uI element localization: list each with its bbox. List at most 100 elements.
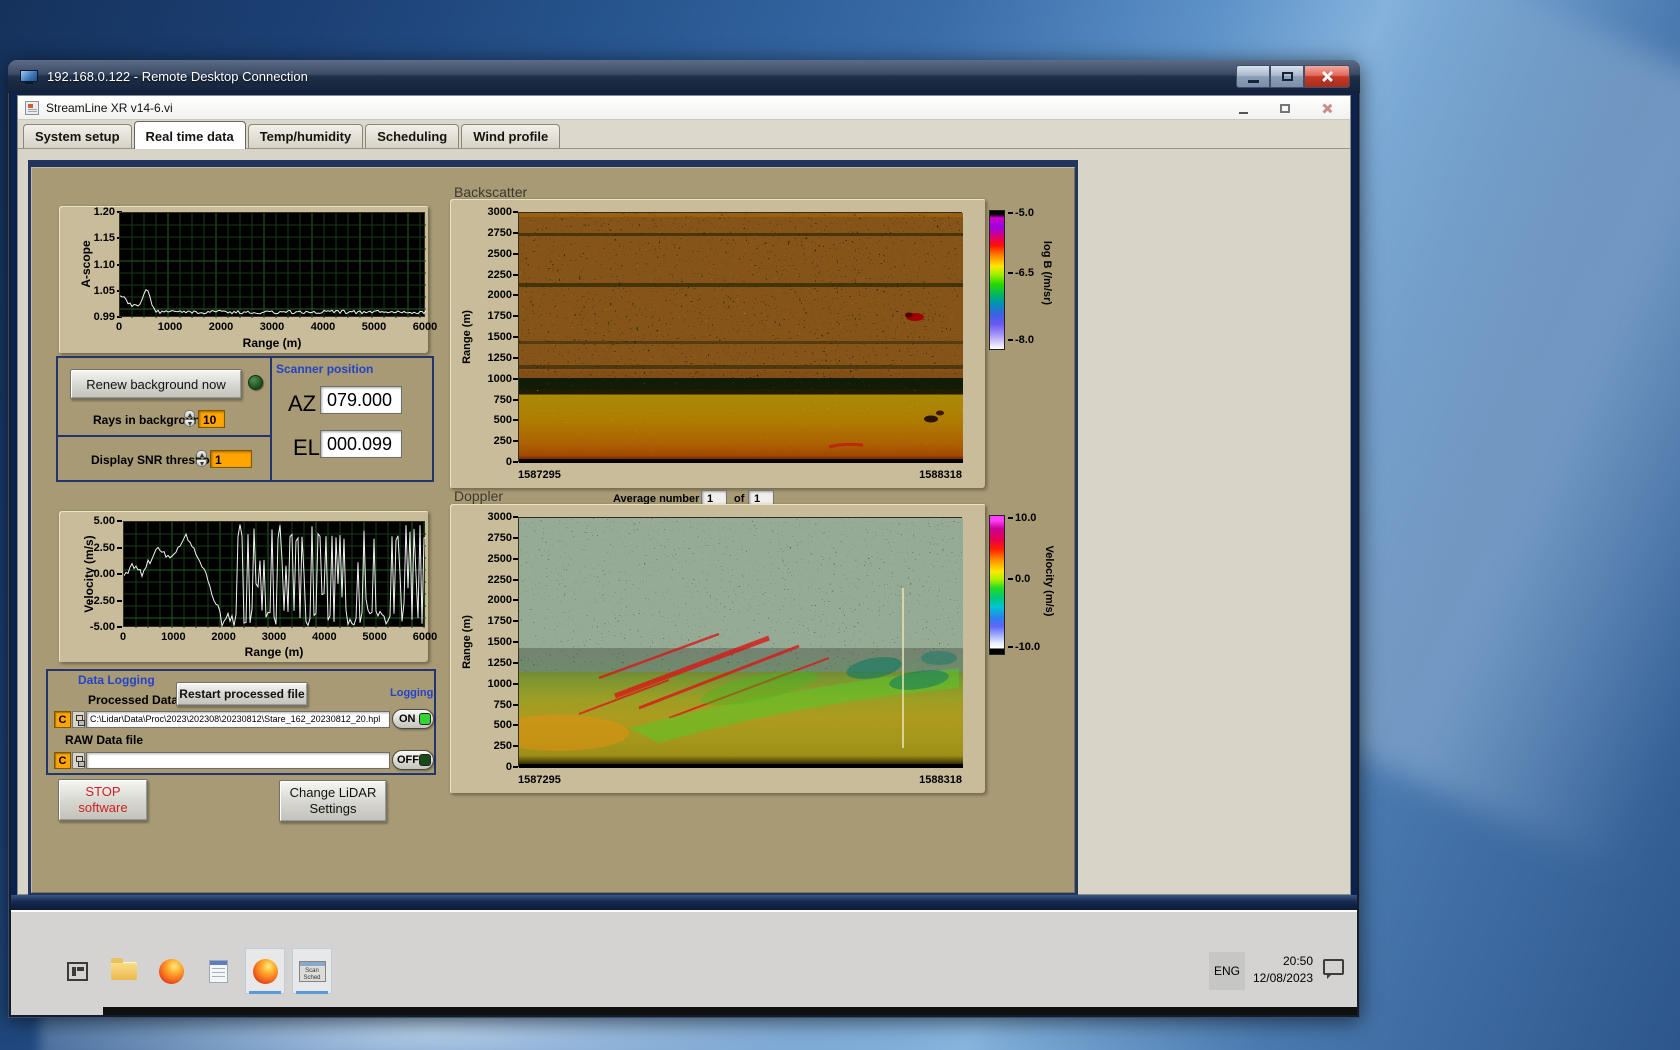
on-indicator (419, 713, 431, 725)
taskbar-clock[interactable]: 20:50 12/08/2023 (1249, 953, 1313, 987)
tab-system-setup[interactable]: System setup (23, 124, 132, 148)
tick-dash (1008, 517, 1013, 519)
clock-time: 20:50 (1249, 953, 1313, 970)
button-label-line: Settings (310, 801, 357, 817)
ascope-x-axis-label: Range (m) (119, 336, 425, 350)
firefox-active-icon[interactable] (245, 948, 285, 994)
y-axis: 1.201.151.101.050.99 (73, 212, 115, 317)
rdp-close-button[interactable] (1304, 65, 1350, 88)
processed-path-browse-icon[interactable] (72, 711, 85, 728)
tab-wind-profile[interactable]: Wind profile (461, 124, 560, 148)
snr-spinner[interactable] (196, 450, 208, 468)
raw-data-file-label: RAW Data file (65, 733, 143, 747)
logging-on-toggle[interactable]: ON (392, 709, 434, 729)
y-tick-label: 250 (494, 435, 512, 447)
logging-off-toggle[interactable]: OFF (392, 750, 434, 770)
tick-dash (117, 520, 122, 522)
y-tick-label: -2.50 (90, 595, 115, 607)
firefox-icon[interactable] (151, 948, 191, 994)
rdp-window: 192.168.0.122 - Remote Desktop Connectio… (8, 60, 1360, 1018)
raw-path-field[interactable] (86, 752, 390, 769)
y-tick-label: 1250 (488, 657, 512, 669)
raw-path-browse-icon[interactable] (72, 752, 85, 769)
az-label: AZ (288, 391, 316, 417)
processed-drive-letter-box[interactable]: C (54, 711, 71, 728)
y-tick-label: 250 (494, 740, 512, 752)
tick-dash (117, 573, 122, 575)
tab-temp-humidity[interactable]: Temp/humidity (248, 124, 363, 148)
velocity-x-axis-label: Range (m) (123, 645, 425, 659)
remote-desktop-screen: StreamLine XR v14-6.vi System setupReal … (11, 93, 1357, 1015)
colorbar-tick-label: -6.5 (1015, 267, 1034, 279)
y-tick-label: 2000 (488, 289, 512, 301)
tick-dash (1008, 272, 1013, 274)
stop-software-button[interactable]: STOP software (58, 779, 148, 821)
rdp-maximize-button[interactable] (1270, 65, 1304, 88)
x-tick-label: 5000 (362, 321, 386, 333)
language-indicator[interactable]: ENG (1209, 952, 1245, 990)
doppler-colorbar (989, 515, 1005, 655)
doppler-colorbar-label: Velocity (m/s) (1043, 546, 1055, 617)
data-logging-header: Data Logging (78, 673, 155, 687)
app-restore-button[interactable] (1270, 99, 1300, 117)
off-indicator (419, 754, 431, 766)
app-titlebar[interactable]: StreamLine XR v14-6.vi (18, 96, 1350, 120)
backscatter-x-end: 1588318 (919, 469, 962, 481)
x-axis: 0100020003000400050006000 (119, 321, 425, 335)
el-value-field[interactable]: 000.099 (320, 430, 402, 458)
desktop-wallpaper-strip (11, 895, 1357, 910)
rays-spinner[interactable] (184, 410, 196, 428)
x-tick-label: 6000 (413, 321, 437, 333)
renew-background-button[interactable]: Renew background now (70, 369, 242, 399)
vi-file-icon (25, 101, 39, 115)
x-tick-label: 2000 (209, 321, 233, 333)
close-icon (1320, 70, 1334, 83)
y-tick-label: -5.00 (90, 621, 115, 633)
velocity-plot (123, 521, 425, 627)
restore-icon (1280, 104, 1290, 113)
x-tick-label: 2000 (211, 631, 235, 643)
tick-dash (1008, 578, 1013, 580)
rdp-minimize-button[interactable] (1236, 65, 1270, 88)
rdp-titlebar[interactable]: 192.168.0.122 - Remote Desktop Connectio… (8, 60, 1360, 93)
tab-real-time-data[interactable]: Real time data (134, 121, 246, 149)
notification-icon[interactable] (1323, 959, 1344, 975)
y-tick-label: 750 (494, 699, 512, 711)
restart-processed-file-button[interactable]: Restart processed file (176, 682, 308, 706)
raw-drive-letter-box[interactable]: C (54, 752, 71, 769)
y-axis: 3000275025002250200017501500125010007505… (472, 212, 512, 462)
colorbar-tick: -10.0 (1008, 641, 1040, 653)
colorbar-tick: -8.0 (1008, 334, 1034, 346)
x-tick-label: 6000 (413, 631, 437, 643)
tab-scheduling[interactable]: Scheduling (365, 124, 459, 148)
processed-path-field[interactable]: C:\Lidar\Data\Proc\2023\202308\20230812\… (86, 711, 390, 728)
data-logging-box: Data Logging Processed Data file Restart… (46, 669, 436, 775)
on-label: ON (399, 713, 416, 725)
change-lidar-settings-button[interactable]: Change LiDAR Settings (279, 780, 387, 822)
az-value-field[interactable]: 079.000 (320, 386, 402, 414)
file-explorer-icon[interactable] (104, 948, 144, 994)
bottom-dark-strip (103, 1007, 1357, 1015)
colorbar-tick: -6.5 (1008, 267, 1034, 279)
divider (270, 358, 272, 480)
app-minimize-button[interactable] (1228, 99, 1258, 117)
y-tick-label: 0.99 (94, 311, 115, 323)
x-tick-label: 0 (116, 321, 122, 333)
y-tick-label: 2750 (488, 532, 512, 544)
document-glyph (209, 960, 228, 983)
streamline-app-window: StreamLine XR v14-6.vi System setupReal … (17, 95, 1351, 895)
notepad-icon[interactable] (198, 948, 238, 994)
velocity-graph: Velocity (m/s) 5.002.500.00-2.50-5.00 01… (59, 511, 429, 663)
firefox-glyph (253, 959, 278, 984)
rays-value-field[interactable]: 10 (198, 410, 225, 428)
x-tick-label: 5000 (362, 631, 386, 643)
y-tick-label: 1.05 (94, 285, 115, 297)
minimize-icon (1239, 112, 1248, 114)
task-view-icon[interactable] (57, 948, 97, 994)
snr-value-field[interactable]: 1 (210, 450, 252, 468)
rdp-computer-icon (20, 70, 38, 84)
y-tick-label: 1500 (488, 331, 512, 343)
app-close-button[interactable] (1312, 99, 1342, 117)
scan-scheduler-icon[interactable]: Scan Sched (292, 948, 332, 994)
y-tick-label: 2000 (488, 594, 512, 606)
